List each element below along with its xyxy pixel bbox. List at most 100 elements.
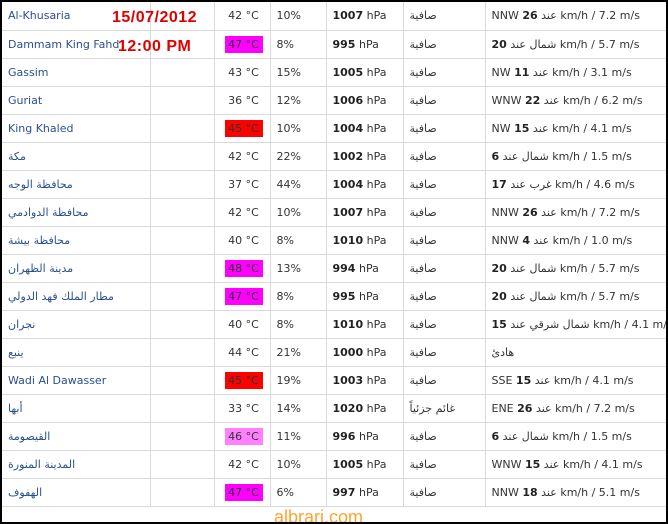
pressure-value: 1006 — [332, 93, 364, 107]
condition-cell: صافية — [403, 366, 486, 395]
table-row: محافظة الوجه 37 °C 44% 1004 hPa صافية 17 غرب … — [2, 170, 666, 199]
condition-cell: صافية — [403, 422, 486, 451]
wind-detail: عند km/h / 7.2 m/s — [541, 205, 640, 219]
pressure-value: 995 — [332, 289, 356, 303]
pressure-cell: 995 hPa — [326, 282, 404, 311]
station-link[interactable]: نجران — [8, 318, 35, 331]
station-link[interactable]: الهفوف — [8, 486, 42, 499]
condition-text: صافية — [409, 429, 437, 443]
spacer-cell — [150, 450, 215, 479]
station-link[interactable]: القيصومة — [8, 430, 50, 443]
station-link[interactable]: Guriat — [8, 94, 42, 107]
humidity-cell: 14% — [270, 394, 327, 423]
pressure-unit: hPa — [358, 261, 379, 275]
pressure-unit: hPa — [366, 177, 387, 191]
table-row: مطار الملك فهد الدولي 47 °C 8% 995 hPa صافية… — [2, 282, 666, 311]
station-cell: مدينة الظهران — [2, 254, 151, 283]
condition-cell: غائم جزئياً — [403, 394, 486, 423]
temperature-cell: 42 °C — [214, 2, 271, 31]
condition-text: صافية — [409, 485, 437, 499]
spacer-cell — [150, 114, 215, 143]
temperature-value: 37 °C — [228, 177, 259, 191]
wind-speed: 22 — [524, 93, 541, 107]
station-link[interactable]: محافظة الدوادمي — [8, 206, 89, 219]
pressure-cell: 1007 hPa — [326, 2, 404, 31]
condition-cell: صافية — [403, 30, 486, 59]
pressure-unit: hPa — [366, 149, 387, 163]
humidity-cell: 10% — [270, 198, 327, 227]
wind-direction: NNW — [491, 205, 519, 219]
station-link[interactable]: King Khaled — [8, 122, 73, 135]
spacer-cell — [150, 282, 215, 311]
station-cell: Guriat — [2, 86, 151, 115]
wind-direction: NW — [491, 65, 511, 79]
weather-table-window: Al-Khusaria 42 °C 10% 1007 hPa صافية NNW 26 ع… — [0, 0, 668, 524]
pressure-unit: hPa — [366, 93, 387, 107]
pressure-cell: 1020 hPa — [326, 394, 404, 423]
condition-cell: صافية — [403, 282, 486, 311]
wind-cell: 20 شمال عند km/h / 5.7 m/s — [485, 30, 666, 59]
temperature-cell: 47 °C — [214, 30, 271, 59]
pressure-unit: hPa — [358, 289, 379, 303]
wind-detail: شمال عند km/h / 5.7 m/s — [510, 289, 640, 303]
table-row: مدينة الظهران 48 °C 13% 994 hPa صافية 20 شمال… — [2, 254, 666, 283]
station-link[interactable]: Wadi Al Dawasser — [8, 374, 106, 387]
humidity-cell: 10% — [270, 2, 327, 31]
temperature-cell: 42 °C — [214, 198, 271, 227]
condition-text: صافية — [409, 317, 437, 331]
condition-cell: صافية — [403, 58, 486, 87]
spacer-cell — [150, 198, 215, 227]
station-cell: مكة — [2, 142, 151, 171]
humidity-cell: 11% — [270, 422, 327, 451]
station-cell: محافظة بيشة — [2, 226, 151, 255]
condition-cell: صافية — [403, 254, 486, 283]
table-row: القيصومة 46 °C 11% 996 hPa صافية 6 شمال عند k… — [2, 422, 666, 451]
station-link[interactable]: محافظة بيشة — [8, 234, 70, 247]
table-row: Gassim 43 °C 15% 1005 hPa صافية NW 11 عند km/… — [2, 58, 666, 87]
humidity-cell: 6% — [270, 478, 327, 507]
wind-direction: NNW — [491, 233, 519, 247]
pressure-cell: 1005 hPa — [326, 450, 404, 479]
table-row: الهفوف 47 °C 6% 997 hPa صافية NNW 18 عند km/h… — [2, 478, 666, 507]
pressure-value: 994 — [332, 261, 356, 275]
wind-cell: WNW 15 عند km/h / 4.1 m/s — [485, 450, 666, 479]
spacer-cell — [150, 226, 215, 255]
pressure-value: 995 — [332, 37, 356, 51]
wind-cell: ENE 26 عند km/h / 7.2 m/s — [485, 394, 666, 423]
wind-detail: عند km/h / 7.2 m/s — [535, 401, 635, 415]
temperature-value: 45 °C — [224, 371, 263, 389]
temperature-cell: 40 °C — [214, 226, 271, 255]
table-row: King Khaled 45 °C 10% 1004 hPa صافية NW 15 عن… — [2, 114, 666, 143]
humidity-cell: 10% — [270, 450, 327, 479]
pressure-unit: hPa — [366, 317, 387, 331]
pressure-cell: 1002 hPa — [326, 142, 404, 171]
table-row: أبها 33 °C 14% 1020 hPa غائم جزئياً ENE 26 عن… — [2, 394, 666, 423]
station-link[interactable]: محافظة الوجه — [8, 178, 73, 191]
humidity-cell: 8% — [270, 226, 327, 255]
condition-cell: صافية — [403, 226, 486, 255]
station-link[interactable]: ينبع — [8, 346, 24, 359]
station-cell: مطار الملك فهد الدولي — [2, 282, 151, 311]
wind-detail: عند km/h / 7.2 m/s — [541, 9, 640, 23]
temperature-value: 42 °C — [228, 149, 259, 163]
station-link[interactable]: المدينة المنورة — [8, 458, 75, 471]
wind-cell: NW 11 عند km/h / 3.1 m/s — [485, 58, 666, 87]
station-link[interactable]: Gassim — [8, 66, 49, 79]
pressure-value: 1005 — [332, 65, 364, 79]
humidity-cell: 15% — [270, 58, 327, 87]
table-row: Dammam King Fahd 47 °C 8% 995 hPa صافية 20 شم… — [2, 30, 666, 59]
station-link[interactable]: Dammam King Fahd — [8, 38, 119, 51]
wind-direction: NW — [491, 121, 511, 135]
station-link[interactable]: Al-Khusaria — [8, 9, 71, 22]
table-row: المدينة المنورة 42 °C 10% 1005 hPa صافية WNW … — [2, 450, 666, 479]
station-link[interactable]: مدينة الظهران — [8, 262, 73, 275]
wind-direction: WNW — [491, 93, 522, 107]
temperature-value: 45 °C — [224, 119, 263, 137]
station-link[interactable]: مطار الملك فهد الدولي — [8, 290, 114, 303]
table-row: مكة 42 °C 22% 1002 hPa صافية 6 شمال عند km/h … — [2, 142, 666, 171]
station-link[interactable]: مكة — [8, 150, 26, 163]
pressure-cell: 1000 hPa — [326, 338, 404, 367]
station-link[interactable]: أبها — [8, 402, 23, 415]
pressure-cell: 1003 hPa — [326, 366, 404, 395]
temperature-cell: 33 °C — [214, 394, 271, 423]
